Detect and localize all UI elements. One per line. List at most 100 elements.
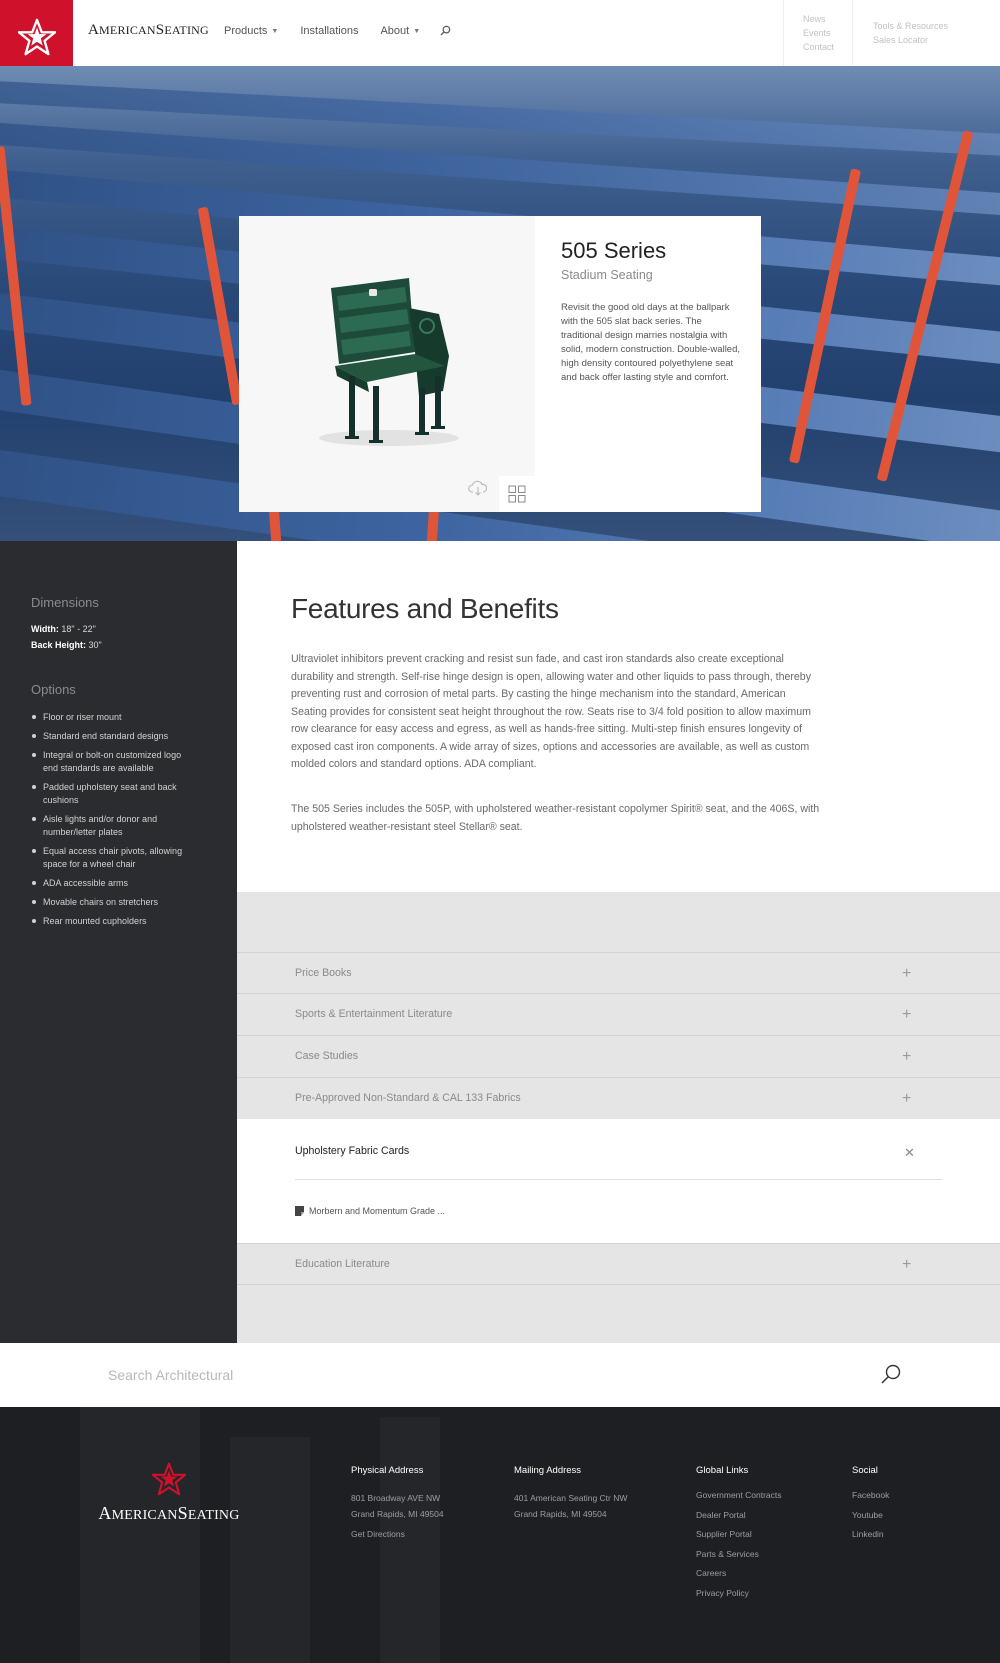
list-item: Aisle lights and/or donor and number/let… [31, 813, 196, 839]
logo-link[interactable] [0, 0, 73, 73]
physical-address: Physical Address 801 Broadway AVE NW Gra… [351, 1465, 444, 1549]
plus-icon[interactable]: + [902, 1256, 911, 1274]
dealer-portal-link[interactable]: Dealer Portal [696, 1510, 782, 1520]
accordion-label: Sports & Entertainment Literature [295, 1008, 453, 1020]
options-list: Floor or riser mount Standard end standa… [31, 711, 196, 928]
list-item: Equal access chair pivots, allowing spac… [31, 845, 196, 871]
sales-locator-link[interactable]: Sales Locator [873, 33, 1000, 47]
product-subtitle: Stadium Seating [561, 268, 653, 282]
mailing-address-heading: Mailing Address [514, 1465, 582, 1476]
accordion-item-price-books[interactable]: Price Books + [237, 952, 1000, 994]
close-icon[interactable]: ✕ [904, 1145, 915, 1161]
mailing-address: Mailing Address 401 American Seating Ctr… [514, 1465, 627, 1522]
search-icon[interactable] [440, 23, 451, 37]
global-links: Global Links Government Contracts Dealer… [696, 1465, 782, 1607]
brand-letter: S [177, 1503, 188, 1523]
width-value: 18" - 22" [58, 624, 96, 634]
nav-label: Installations [300, 25, 359, 37]
divider [295, 1179, 942, 1180]
plus-icon[interactable]: + [902, 1090, 911, 1108]
accordion-label: Education Literature [295, 1258, 390, 1270]
supplier-portal-link[interactable]: Supplier Portal [696, 1529, 782, 1539]
nav-about[interactable]: About ▼ [380, 25, 420, 37]
product-title: 505 Series [561, 238, 667, 263]
cloud-download-icon[interactable] [468, 480, 488, 501]
brand-letter: A [98, 1503, 112, 1523]
facebook-link[interactable]: Facebook [852, 1490, 889, 1500]
seat-armrest [197, 206, 243, 406]
address-line: 401 American Seating Ctr NW [514, 1493, 628, 1503]
footer-brand: AMERICANSEATING [98, 1503, 240, 1524]
chevron-down-icon: ▼ [413, 27, 421, 35]
back-height-spec: Back Height: 30" [31, 640, 237, 650]
search-icon[interactable] [880, 1363, 902, 1390]
brand-letters: MERICAN [111, 1508, 178, 1523]
privacy-policy-link[interactable]: Privacy Policy [696, 1588, 782, 1598]
nav-installations[interactable]: Installations [300, 25, 358, 37]
social-links: Social Facebook Youtube Linkedin [852, 1465, 889, 1549]
address-line: 801 Broadway AVE NW [351, 1493, 441, 1503]
events-link[interactable]: Events [803, 26, 852, 40]
list-item: Standard end standard designs [31, 730, 196, 743]
architectural-search [0, 1343, 1000, 1407]
product-description: Revisit the good old days at the ballpar… [561, 302, 741, 383]
features-paragraph: The 505 Series includes the 505P, with u… [291, 803, 820, 833]
plus-icon[interactable]: + [902, 1006, 911, 1024]
global-links-heading: Global Links [696, 1465, 749, 1476]
back-height-value: 30" [86, 640, 102, 650]
news-link[interactable]: News [803, 12, 852, 26]
linkedin-link[interactable]: Linkedin [852, 1529, 889, 1539]
brand-letters: MERICAN [99, 23, 156, 37]
list-item: Integral or bolt-on customized logo end … [31, 749, 196, 775]
chevron-down-icon: ▼ [271, 27, 279, 35]
accordion-label: Price Books [295, 967, 352, 979]
contact-link[interactable]: Contact [803, 40, 852, 54]
list-item: Floor or riser mount [31, 711, 196, 724]
plus-icon[interactable]: + [902, 1048, 911, 1066]
accordion-item-case-studies[interactable]: Case Studies + [237, 1036, 1000, 1078]
footer-background [230, 1437, 310, 1663]
get-directions-link[interactable]: Get Directions [351, 1529, 444, 1539]
specs-sidebar: Dimensions Width: 18" - 22" Back Height:… [0, 541, 237, 1343]
resources-accordion: Price Books + Sports & Entertainment Lit… [237, 892, 1000, 1343]
accordion-item-sports-literature[interactable]: Sports & Entertainment Literature + [237, 994, 1000, 1036]
careers-link[interactable]: Careers [696, 1568, 782, 1578]
brand-wordmark[interactable]: AMERICANSEATING [88, 22, 209, 39]
width-label: Width: [31, 624, 59, 634]
parts-services-link[interactable]: Parts & Services [696, 1549, 782, 1559]
file-link[interactable]: Morbern and Momentum Grade ... [295, 1206, 445, 1216]
search-input[interactable] [108, 1363, 808, 1387]
brand-letters: EATING [164, 23, 209, 37]
back-height-label: Back Height: [31, 640, 87, 650]
address-line: Grand Rapids, MI 49504 [514, 1509, 607, 1519]
width-spec: Width: 18" - 22" [31, 624, 237, 634]
accordion-item-fabrics[interactable]: Pre-Approved Non-Standard & CAL 133 Fabr… [237, 1078, 1000, 1120]
brand-letters: EATING [187, 1508, 240, 1523]
footer-background [80, 1407, 200, 1663]
government-contracts-link[interactable]: Government Contracts [696, 1490, 782, 1500]
accordion-item-upholstery-open: Upholstery Fabric Cards ✕ Morbern and Mo… [237, 1119, 1000, 1243]
nav-products[interactable]: Products ▼ [224, 25, 278, 37]
options-heading: Options [31, 682, 76, 697]
physical-address-heading: Physical Address [351, 1465, 424, 1476]
main-nav: Products ▼ Installations About ▼ [224, 25, 473, 37]
features-paragraph: Ultraviolet inhibitors prevent cracking … [291, 653, 811, 770]
list-item: Rear mounted cupholders [31, 915, 196, 928]
features-section: Features and Benefits Ultraviolet inhibi… [237, 541, 1000, 892]
utility-links-secondary: Tools & Resources Sales Locator [853, 0, 1000, 66]
plus-icon[interactable]: + [902, 965, 911, 983]
nav-label: Products [224, 25, 268, 37]
brand-letter: A [88, 22, 100, 38]
accordion-item-education[interactable]: Education Literature + [237, 1243, 1000, 1285]
list-item: ADA accessible arms [31, 877, 196, 890]
grid-icon[interactable] [499, 476, 535, 512]
footer-logo[interactable]: AMERICANSEATING [98, 1462, 240, 1524]
site-header: AMERICANSEATING Products ▼ Installations… [0, 0, 1000, 73]
youtube-link[interactable]: Youtube [852, 1510, 889, 1520]
site-footer: AMERICANSEATING Physical Address 801 Bro… [0, 1407, 1000, 1663]
file-name: Morbern and Momentum Grade ... [309, 1206, 446, 1216]
tools-resources-link[interactable]: Tools & Resources [873, 19, 1000, 33]
list-item: Padded upholstery seat and back cushions [31, 781, 196, 807]
hero-banner: 505 Series Stadium Seating Revisit the g… [0, 66, 1000, 541]
accordion-label[interactable]: Upholstery Fabric Cards [295, 1145, 409, 1157]
